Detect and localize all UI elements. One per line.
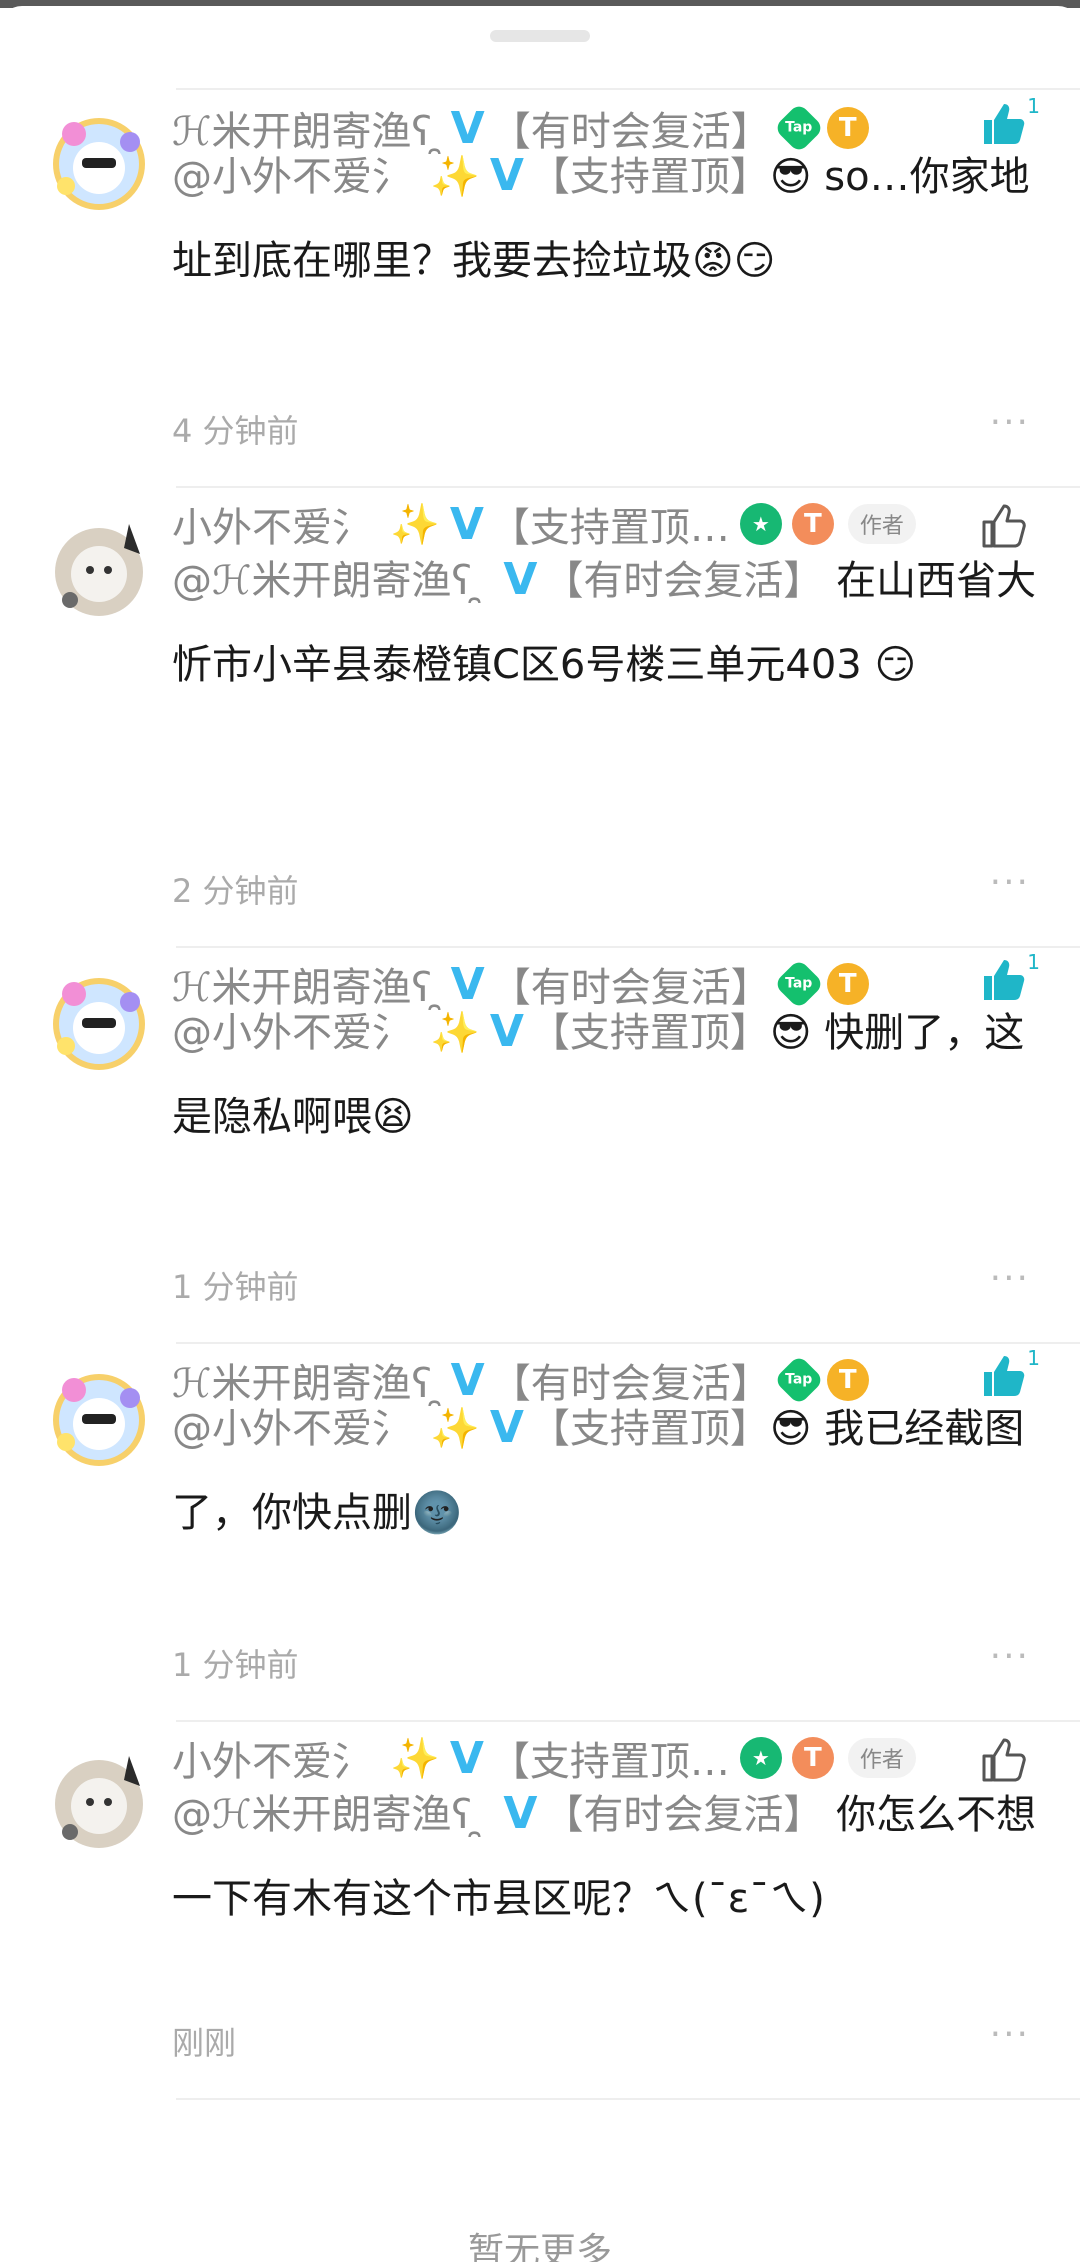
- avatar[interactable]: [44, 106, 154, 216]
- like-count: 1: [1027, 94, 1040, 118]
- divider: [176, 946, 1080, 948]
- timestamp: 2 分钟前: [172, 872, 299, 910]
- vip-icon: V: [503, 1788, 538, 1839]
- emoji: 😫: [372, 1094, 414, 1140]
- more-options-icon[interactable]: ···: [990, 862, 1030, 903]
- avatar[interactable]: [44, 1746, 154, 1856]
- drag-handle[interactable]: [490, 30, 590, 42]
- avatar-image: [55, 524, 143, 616]
- mention[interactable]: @小外不爱氵 ✨ V 【支持置顶】: [172, 1402, 770, 1453]
- vip-icon: V: [489, 1402, 524, 1453]
- mention[interactable]: @小外不爱氵 ✨ V 【支持置顶】: [172, 1006, 770, 1057]
- emoji: 😏: [874, 642, 917, 688]
- like-count: 1: [1027, 1346, 1040, 1370]
- mention[interactable]: @小外不爱氵 ✨ V 【支持置顶】: [172, 150, 770, 201]
- avatar[interactable]: [44, 966, 154, 1076]
- more-options-icon[interactable]: ···: [990, 1258, 1030, 1299]
- more-options-icon[interactable]: ···: [990, 2014, 1030, 2055]
- vip-icon: V: [503, 554, 538, 605]
- no-more-label: 暂无更多: [467, 2231, 612, 2262]
- avatar[interactable]: [44, 1362, 154, 1472]
- comment-body: @小外不爱氵 ✨ V 【支持置顶】😎 so…你家地址到底在哪里？我要去捡垃圾😡😏: [172, 134, 1040, 303]
- emoji: 🌚: [412, 1490, 462, 1536]
- timestamp: 4 分钟前: [172, 412, 299, 450]
- comment-body: @小外不爱氵 ✨ V 【支持置顶】😎 我已经截图了，你快点删🌚: [172, 1386, 1040, 1555]
- avatar-image: [53, 1374, 145, 1466]
- comment-body: @ℋ米开朗寄渔ʕ ̯ V 【有时会复活】 在山西省大忻市小辛县泰橙镇C区6号楼三单…: [172, 538, 1040, 707]
- comment-body: @小外不爱氵 ✨ V 【支持置顶】😎 快删了，这是隐私啊喂😫: [172, 990, 1040, 1159]
- vip-icon: V: [489, 1006, 524, 1057]
- more-options-icon[interactable]: ···: [990, 1636, 1030, 1677]
- more-options-icon[interactable]: ···: [990, 402, 1030, 443]
- mention[interactable]: @ℋ米开朗寄渔ʕ ̯ V 【有时会复活】: [172, 1788, 823, 1839]
- mention[interactable]: @ℋ米开朗寄渔ʕ ̯ V 【有时会复活】: [172, 554, 823, 605]
- sparkle-icon: ✨: [430, 1406, 480, 1452]
- sparkle-icon: ✨: [430, 154, 480, 200]
- timestamp: 1 分钟前: [172, 1268, 299, 1306]
- vip-icon: V: [489, 150, 524, 201]
- avatar-image: [55, 1756, 143, 1848]
- avatar-image: [53, 978, 145, 1070]
- timestamp: 刚刚: [172, 2024, 237, 2062]
- divider: [176, 486, 1080, 488]
- emoji: 😎: [769, 1010, 812, 1056]
- emoji: 😎: [769, 1406, 812, 1452]
- divider: [176, 2098, 1080, 2100]
- avatar[interactable]: [44, 514, 154, 624]
- avatar-image: [53, 118, 145, 210]
- timestamp: 1 分钟前: [172, 1646, 299, 1684]
- comment-body: @ℋ米开朗寄渔ʕ ̯ V 【有时会复活】 你怎么不想一下有木有这个市县区呢？ㄟ(¯…: [172, 1772, 1040, 1941]
- sparkle-icon: ✨: [430, 1010, 480, 1056]
- divider: [176, 1342, 1080, 1344]
- like-count: 1: [1027, 950, 1040, 974]
- divider: [176, 88, 1080, 90]
- emoji: 😎: [769, 154, 812, 200]
- divider: [176, 1720, 1080, 1722]
- emoji: 😡😏: [692, 238, 776, 284]
